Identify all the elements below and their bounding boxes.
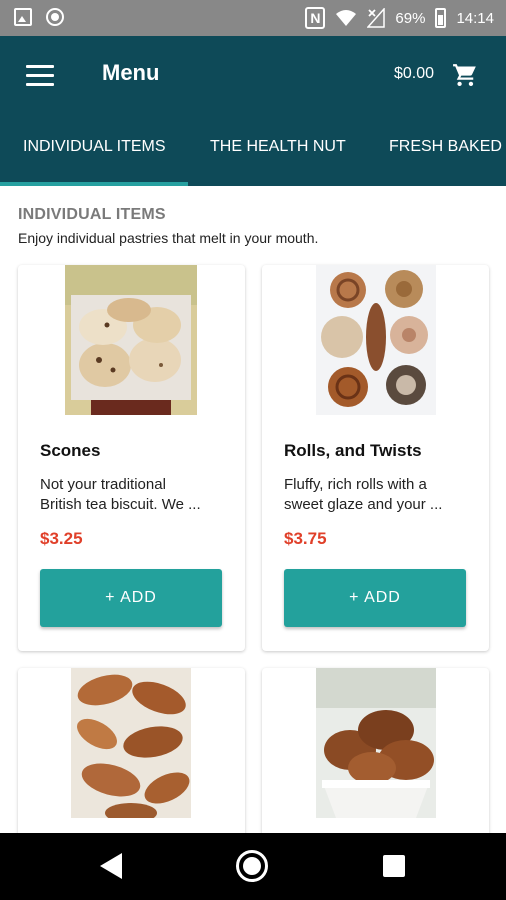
chocolate-pastries-image — [316, 668, 436, 818]
tab-indicator — [0, 182, 188, 186]
section-subtitle: Enjoy individual pastries that melt in y… — [18, 230, 319, 246]
cart-icon[interactable] — [452, 62, 478, 88]
product-description: Fluffy, rich rolls with a sweet glaze an… — [284, 476, 443, 513]
category-tabs: INDIVIDUAL ITEMS THE HEALTH NUT FRESH BA… — [0, 132, 506, 186]
system-nav-bar — [0, 833, 506, 900]
tab-the-health-nut[interactable]: THE HEALTH NUT — [210, 132, 346, 183]
circle-icon — [46, 8, 64, 26]
product-description: Not your traditional British tea biscuit… — [40, 476, 201, 513]
product-name: Rolls, and Twists — [284, 441, 422, 460]
cart-total: $0.00 — [394, 65, 435, 82]
add-rolls-and-twists-button[interactable]: + ADD — [284, 569, 466, 627]
page-title: Menu — [102, 60, 160, 85]
wifi-icon — [336, 10, 357, 26]
app-bar: Menu $0.00 INDIVIDUAL ITEMS THE HEALTH N… — [0, 36, 506, 186]
menu-icon[interactable] — [26, 65, 54, 87]
product-card-scones[interactable]: Scones Not your traditional British tea … — [18, 265, 245, 651]
tab-fresh-baked[interactable]: FRESH BAKED B — [389, 132, 506, 183]
scones-image — [65, 265, 197, 415]
add-scones-button[interactable]: + ADD — [40, 569, 222, 627]
status-bar: N 69% 14:14 — [0, 0, 506, 36]
product-card-rolls-and-twists[interactable]: Rolls, and Twists Fluffy, rich rolls wit… — [262, 265, 489, 651]
clock: 14:14 — [456, 9, 494, 27]
product-name: Scones — [40, 441, 101, 460]
back-icon[interactable] — [100, 853, 122, 879]
battery-percent: 69% — [395, 9, 426, 27]
product-price: $3.75 — [284, 529, 327, 548]
image-icon — [14, 8, 32, 26]
tab-individual-items[interactable]: INDIVIDUAL ITEMS — [23, 132, 166, 183]
nfc-icon: N — [305, 7, 326, 29]
battery-icon — [435, 8, 447, 28]
rolls-image — [316, 265, 436, 415]
croissants-image — [71, 668, 191, 818]
signal-icon — [367, 8, 386, 28]
home-icon[interactable] — [236, 850, 268, 882]
recent-apps-icon[interactable] — [383, 855, 405, 877]
product-price: $3.25 — [40, 529, 83, 548]
section-heading: INDIVIDUAL ITEMS — [18, 206, 166, 223]
